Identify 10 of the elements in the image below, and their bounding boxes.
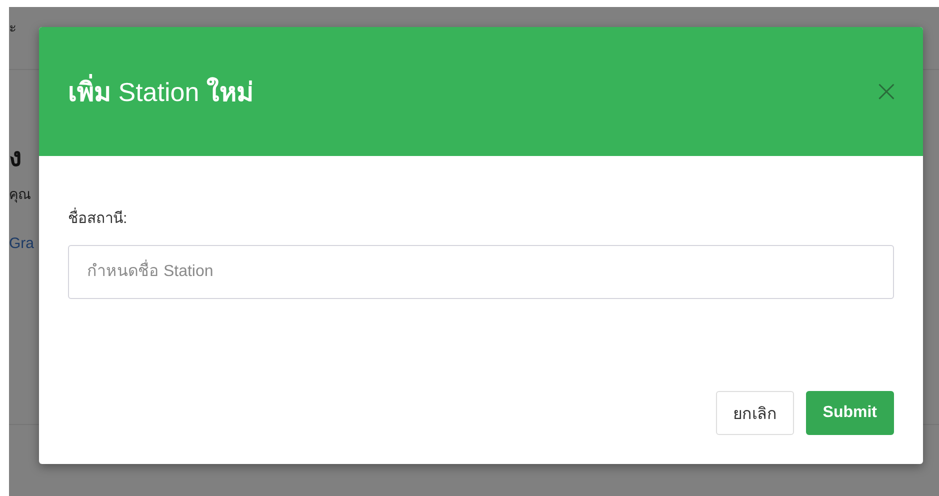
close-button[interactable]: × (874, 78, 899, 106)
page-link[interactable]: Gra (9, 234, 34, 254)
page-heading: ง (9, 142, 22, 172)
input-field[interactable]: กำหนดชื่อ Station (68, 245, 894, 299)
cancel-button[interactable]: ยกเลิก (716, 391, 794, 435)
submit-button[interactable]: Submit (806, 391, 894, 435)
modal-title: เพิ่ม Station ใหม่ (68, 76, 254, 108)
page-text: ะ (9, 19, 17, 35)
page-text: คุณ (9, 185, 31, 204)
field-label: ชื่อสถานี: (68, 208, 894, 230)
